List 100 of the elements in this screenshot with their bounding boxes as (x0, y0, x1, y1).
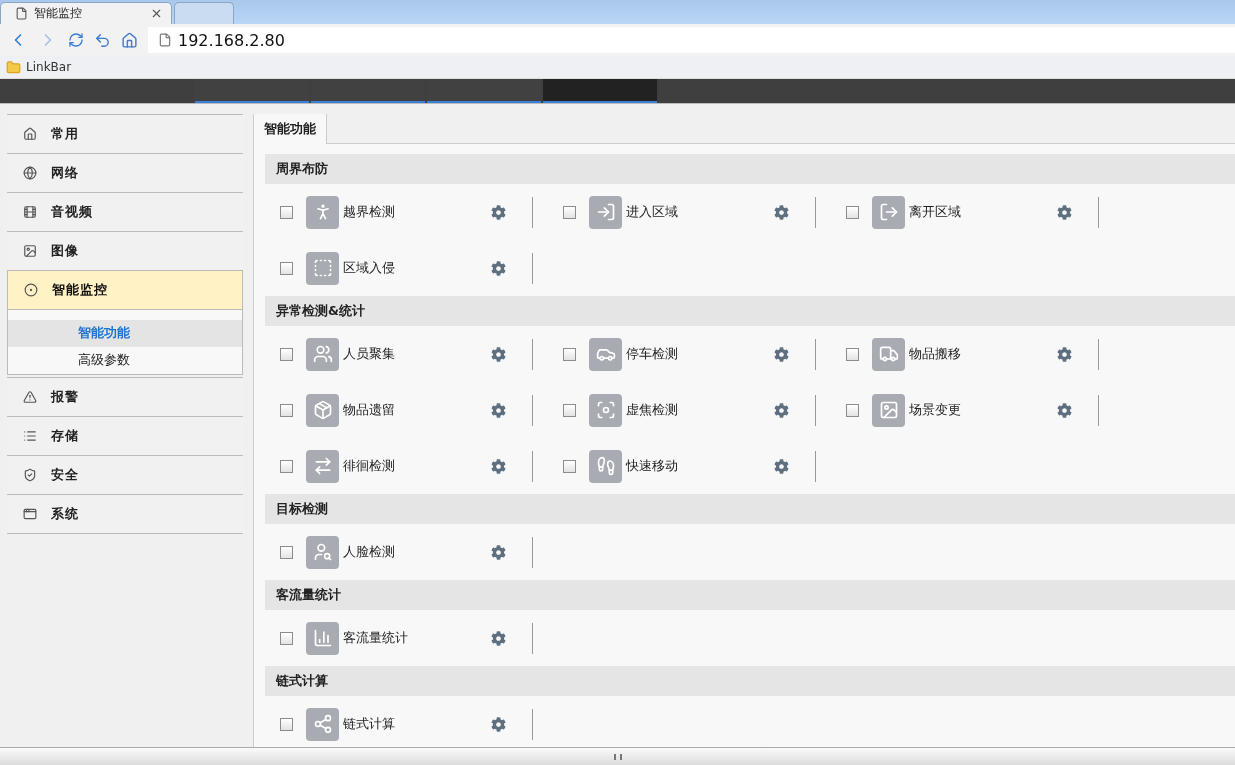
target-icon (24, 283, 38, 297)
share-icon (306, 707, 339, 741)
settings-button[interactable] (491, 402, 506, 418)
refresh-icon (68, 32, 84, 48)
feature-label: 链式计算 (343, 715, 396, 733)
settings-button[interactable] (491, 346, 506, 362)
section-header: 目标检测 (265, 494, 1235, 524)
submenu-item[interactable]: 智能功能 (8, 320, 242, 347)
people-icon (306, 337, 339, 371)
settings-button[interactable] (491, 630, 506, 646)
walking-person-icon (306, 195, 339, 229)
globe-icon (23, 166, 37, 180)
feature-label: 场景变更 (909, 401, 962, 419)
section-header: 客流量统计 (265, 580, 1235, 610)
gear-icon (491, 402, 506, 418)
checkbox[interactable] (280, 261, 293, 275)
address-field[interactable]: 192.168.2.80 (148, 27, 1235, 53)
checkbox[interactable] (563, 347, 576, 361)
list-icon (23, 429, 37, 443)
content-tab[interactable]: 智能功能 (254, 114, 327, 144)
shield-icon (23, 468, 37, 482)
image-icon (23, 244, 37, 258)
checkbox[interactable] (280, 545, 293, 559)
feature-label: 人员聚集 (343, 345, 396, 363)
checkbox[interactable] (280, 403, 293, 417)
picture-icon (872, 393, 905, 427)
gear-icon (491, 458, 506, 474)
folder-icon (6, 59, 21, 75)
section-header: 链式计算 (265, 666, 1235, 696)
footprints-icon (589, 449, 622, 483)
settings-button[interactable] (1057, 204, 1072, 220)
refresh-button[interactable] (68, 32, 84, 48)
settings-button[interactable] (1057, 346, 1072, 362)
checkbox[interactable] (563, 403, 576, 417)
feature-label: 进入区域 (626, 203, 679, 221)
gear-icon (491, 204, 506, 220)
home-icon (23, 127, 37, 141)
page-icon (15, 7, 28, 20)
feature-label: 越界检测 (343, 203, 396, 221)
settings-button[interactable] (774, 458, 789, 474)
settings-button[interactable] (491, 716, 506, 732)
gear-icon (1057, 346, 1072, 362)
box-icon (306, 393, 339, 427)
close-icon[interactable] (150, 7, 163, 20)
settings-button[interactable] (491, 204, 506, 220)
horizontal-scrollbar[interactable] (0, 747, 1235, 765)
gear-icon (774, 346, 789, 362)
checkbox[interactable] (846, 205, 859, 219)
nav-tab[interactable] (543, 79, 657, 103)
settings-button[interactable] (774, 402, 789, 418)
feature-label: 停车检测 (626, 345, 679, 363)
gear-icon (774, 402, 789, 418)
submenu-item[interactable]: 高级参数 (8, 347, 242, 374)
checkbox[interactable] (280, 205, 293, 219)
section-header: 异常检测&统计 (265, 296, 1235, 326)
gear-icon (774, 458, 789, 474)
feature-label: 徘徊检测 (343, 457, 396, 475)
feature-label: 物品遗留 (343, 401, 396, 419)
checkbox[interactable] (280, 459, 293, 473)
feature-label: 人脸检测 (343, 543, 396, 561)
bar-chart-icon (306, 621, 339, 655)
home-button[interactable] (121, 31, 138, 49)
checkbox[interactable] (846, 347, 859, 361)
gear-icon (491, 346, 506, 362)
settings-button[interactable] (774, 346, 789, 362)
feature-label: 快速移动 (626, 457, 679, 475)
feature-label: 客流量统计 (343, 629, 409, 647)
undo-button[interactable] (94, 31, 111, 49)
truck-icon (872, 337, 905, 371)
checkbox[interactable] (280, 717, 293, 731)
film-icon (23, 205, 37, 219)
bookmark-link[interactable]: LinkBar (6, 59, 72, 75)
browser-tab[interactable] (174, 2, 234, 24)
checkbox[interactable] (280, 347, 293, 361)
section-header: 周界布防 (265, 154, 1235, 184)
sidebar-item[interactable]: 智能监控 (7, 270, 243, 310)
focus-frame-icon (589, 393, 622, 427)
feature-label: 虚焦检测 (626, 401, 679, 419)
settings-button[interactable] (774, 204, 789, 220)
checkbox[interactable] (563, 459, 576, 473)
person-search-icon (306, 535, 339, 569)
gear-icon (491, 260, 506, 276)
gear-icon (491, 544, 506, 560)
gear-icon (491, 630, 506, 646)
settings-button[interactable] (491, 260, 506, 276)
gear-icon (1057, 402, 1072, 418)
settings-button[interactable] (1057, 402, 1072, 418)
feature-label: 物品搬移 (909, 345, 962, 363)
undo-icon (94, 31, 111, 49)
checkbox[interactable] (563, 205, 576, 219)
settings-button[interactable] (491, 544, 506, 560)
settings-button[interactable] (491, 458, 506, 474)
browser-tab[interactable]: 智能监控 (0, 2, 172, 24)
tab-title: 智能监控 (34, 5, 83, 22)
window-icon (23, 507, 37, 521)
home-icon (121, 31, 138, 49)
checkbox[interactable] (846, 403, 859, 417)
gear-icon (1057, 204, 1072, 220)
car-icon (589, 337, 622, 371)
checkbox[interactable] (280, 631, 293, 645)
